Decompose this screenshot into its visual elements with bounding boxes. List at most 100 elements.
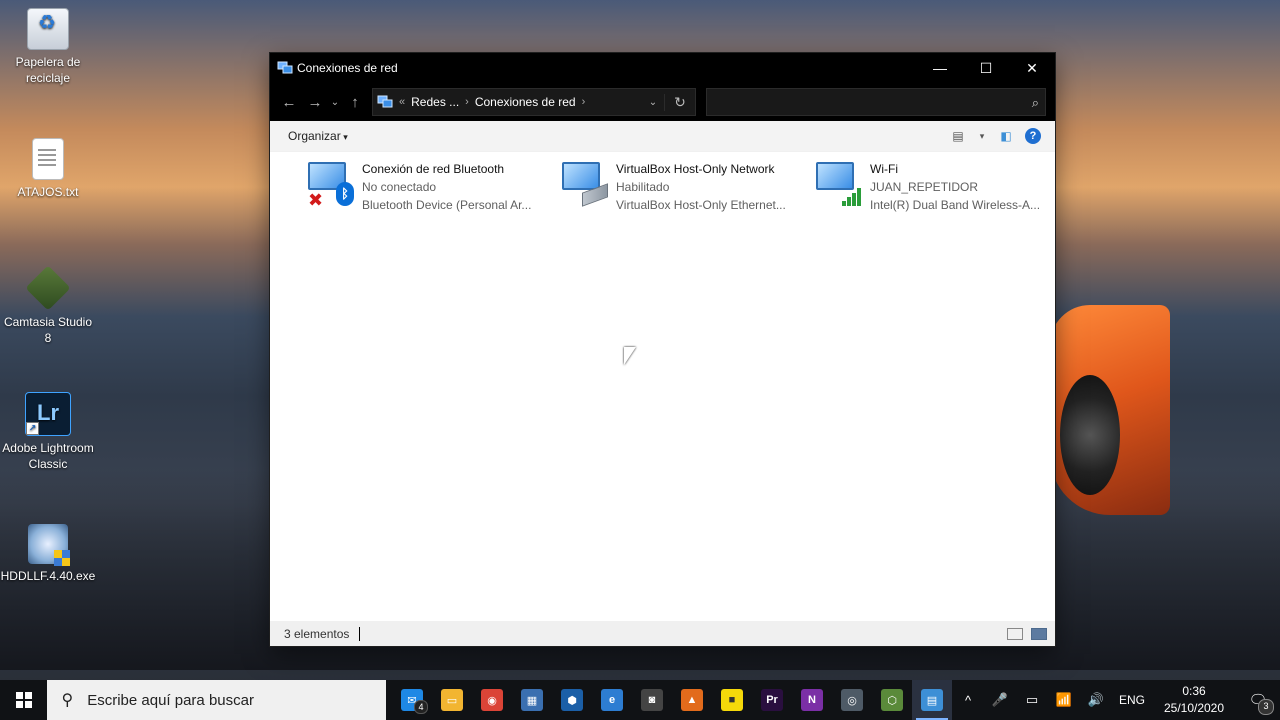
details-view-icon[interactable] bbox=[1007, 627, 1023, 640]
taskbar-search-placeholder: Escribe aquí para buscar bbox=[87, 691, 254, 709]
taskbar-app-disk-tool[interactable]: ◎ bbox=[832, 680, 872, 720]
taskbar-app-mail[interactable]: ✉ 4 bbox=[392, 680, 432, 720]
volume-icon[interactable]: 🔊 bbox=[1080, 692, 1112, 708]
recent-locations-button[interactable]: ⌄ bbox=[328, 88, 342, 116]
connection-device: VirtualBox Host-Only Ethernet... bbox=[616, 198, 786, 212]
clock-time: 0:36 bbox=[1182, 684, 1206, 698]
signal-bars-icon bbox=[842, 186, 864, 206]
desktop-icon-atajos[interactable]: ATAJOS.txt bbox=[0, 138, 96, 200]
breadcrumb-separator-icon[interactable]: › bbox=[465, 96, 469, 108]
taskbar-app-camera[interactable]: ◙ bbox=[632, 680, 672, 720]
search-icon[interactable]: ⌕ bbox=[1032, 95, 1039, 111]
taskbar-app-sticky-notes[interactable]: ■ bbox=[712, 680, 752, 720]
organize-menu-button[interactable]: Organizar bbox=[288, 129, 348, 143]
disk-tool-icon: ◎ bbox=[841, 689, 863, 711]
taskbar-app-explorer[interactable]: ▭ bbox=[432, 680, 472, 720]
desktop-icon-label: Camtasia Studio 8 bbox=[3, 315, 93, 345]
virtualbox-icon: ⬢ bbox=[561, 689, 583, 711]
desktop-icon-label: ATAJOS.txt bbox=[17, 185, 79, 199]
desktop-icon-label: HDDLLF.4.40.exe bbox=[0, 569, 96, 583]
bluetooth-connection-icon: ᛒ ✖ bbox=[306, 160, 356, 210]
bluetooth-icon: ᛒ bbox=[336, 182, 354, 206]
connection-item-virtualbox[interactable]: VirtualBox Host-Only Network Habilitado … bbox=[560, 160, 800, 220]
change-view-icon[interactable]: ▤ bbox=[947, 125, 969, 147]
taskbar-app-browser[interactable]: e bbox=[592, 680, 632, 720]
status-bar: 3 elementos bbox=[270, 621, 1055, 646]
address-field[interactable]: « Redes ... › Conexiones de red › ⌄ ↻ bbox=[372, 88, 696, 116]
show-hidden-icons-button[interactable]: ^ bbox=[952, 693, 984, 708]
camera-icon: ◙ bbox=[641, 689, 663, 711]
breadcrumb-redes[interactable]: Redes ... bbox=[411, 95, 459, 109]
wifi-connection-icon bbox=[814, 160, 864, 210]
large-icons-view-icon[interactable] bbox=[1031, 627, 1047, 640]
taskbar-app-calculator[interactable]: ▦ bbox=[512, 680, 552, 720]
taskbar-app-network-tool[interactable]: ⬡ bbox=[872, 680, 912, 720]
connection-status: No conectado bbox=[362, 180, 437, 194]
input-language[interactable]: ENG bbox=[1112, 693, 1152, 707]
control-panel-icon: ▤ bbox=[921, 689, 943, 711]
preview-pane-icon[interactable]: ◧ bbox=[995, 125, 1017, 147]
action-center-button[interactable]: 🗨 3 bbox=[1236, 691, 1280, 715]
browser-icon: e bbox=[601, 689, 623, 711]
mouse-cursor-icon bbox=[624, 347, 636, 365]
system-tray: ^ 🎤 ▭ 📶 🔊 ENG 0:36 25/10/2020 🗨 3 bbox=[952, 683, 1280, 717]
taskbar-app-control-panel[interactable]: ▤ bbox=[912, 680, 952, 720]
taskbar-app-premiere[interactable]: Pr bbox=[752, 680, 792, 720]
breadcrumb-conexiones[interactable]: Conexiones de red bbox=[475, 95, 576, 109]
taskbar: ⚲ Escribe aquí para buscar ✉ 4 ▭ ◉ ▦ ⬢ e ◙ ▲ ■ Pr N… bbox=[0, 680, 1280, 720]
shortcut-arrow-icon: ↗ bbox=[26, 422, 39, 435]
taskbar-app-onenote[interactable]: N bbox=[792, 680, 832, 720]
taskbar-app-chrome[interactable]: ◉ bbox=[472, 680, 512, 720]
connection-device: Bluetooth Device (Personal Ar... bbox=[362, 198, 532, 212]
connection-name: Conexión de red Bluetooth bbox=[362, 162, 505, 176]
connection-item-bluetooth[interactable]: ᛒ ✖ Conexión de red Bluetooth No conecta… bbox=[306, 160, 546, 220]
search-input[interactable] bbox=[706, 88, 1046, 116]
network-connections-icon bbox=[377, 95, 393, 108]
installer-icon bbox=[28, 524, 70, 566]
refresh-button[interactable]: ↻ bbox=[664, 93, 695, 111]
connection-status: Habilitado bbox=[616, 180, 670, 194]
chrome-icon: ◉ bbox=[481, 689, 503, 711]
desktop-icon-hddllf[interactable]: HDDLLF.4.40.exe bbox=[0, 524, 96, 584]
disconnected-x-icon: ✖ bbox=[308, 190, 324, 210]
desktop-icon-camtasia[interactable]: Camtasia Studio 8 bbox=[0, 265, 96, 346]
command-bar: Organizar ▤ ▾ ◧ ? bbox=[270, 121, 1055, 152]
sticky-notes-icon: ■ bbox=[721, 689, 743, 711]
notification-count: 3 bbox=[1258, 699, 1274, 715]
text-file-icon bbox=[32, 138, 64, 180]
premiere-icon: Pr bbox=[761, 689, 783, 711]
desktop-icon-lightroom[interactable]: Lr ↗ Adobe Lightroom Classic bbox=[0, 392, 96, 472]
back-button[interactable]: ← bbox=[276, 88, 302, 116]
taskbar-app-virtualbox[interactable]: ⬢ bbox=[552, 680, 592, 720]
taskbar-search-box[interactable]: ⚲ Escribe aquí para buscar bbox=[47, 680, 386, 720]
view-dropdown-icon[interactable]: ▾ bbox=[977, 125, 987, 147]
breadcrumb-separator-icon[interactable]: › bbox=[582, 96, 586, 108]
connection-item-wifi[interactable]: Wi-Fi JUAN_REPETIDOR Intel(R) Dual Band … bbox=[814, 160, 1054, 220]
recycle-bin-icon bbox=[27, 8, 69, 50]
minimize-button[interactable]: — bbox=[917, 53, 963, 83]
help-button[interactable]: ? bbox=[1025, 128, 1041, 144]
search-icon: ⚲ bbox=[61, 692, 74, 709]
address-bar-row: ← → ⌄ ↑ « Redes ... › Conexiones de red … bbox=[270, 83, 1055, 121]
breadcrumb-overflow[interactable]: « bbox=[399, 96, 405, 108]
lightroom-icon: Lr ↗ bbox=[25, 392, 71, 436]
title-bar[interactable]: Conexiones de red — ☐ ✕ bbox=[270, 53, 1055, 83]
camtasia-icon bbox=[25, 265, 71, 311]
wifi-icon[interactable]: 📶 bbox=[1048, 692, 1080, 708]
forward-button[interactable]: → bbox=[302, 88, 328, 116]
microphone-icon[interactable]: 🎤 bbox=[984, 692, 1016, 708]
up-button[interactable]: ↑ bbox=[342, 88, 368, 116]
close-button[interactable]: ✕ bbox=[1009, 53, 1055, 83]
maximize-button[interactable]: ☐ bbox=[963, 53, 1009, 83]
desktop-icon-recycle-bin[interactable]: Papelera de reciclaje bbox=[0, 8, 96, 86]
calculator-icon: ▦ bbox=[521, 689, 543, 711]
desktop-icon-label: Adobe Lightroom Classic bbox=[2, 441, 94, 471]
clock[interactable]: 0:36 25/10/2020 bbox=[1152, 683, 1236, 717]
address-dropdown-icon[interactable]: ⌄ bbox=[642, 97, 664, 108]
taskbar-app-matlab[interactable]: ▲ bbox=[672, 680, 712, 720]
start-button[interactable] bbox=[0, 680, 47, 720]
battery-icon[interactable]: ▭ bbox=[1016, 692, 1048, 708]
connection-status: JUAN_REPETIDOR bbox=[870, 180, 979, 194]
wallpaper-car-wheel bbox=[1060, 375, 1120, 495]
clock-date: 25/10/2020 bbox=[1163, 701, 1225, 715]
